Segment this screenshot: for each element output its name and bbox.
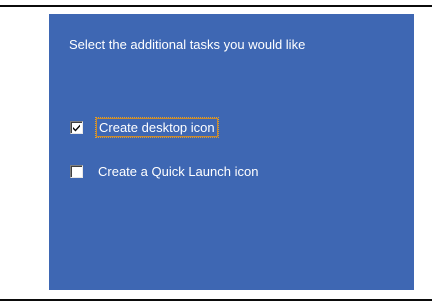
task-create-desktop-icon[interactable]: Create desktop icon	[70, 116, 219, 138]
additional-tasks-panel: Select the additional tasks you would li…	[49, 14, 414, 290]
task-create-quick-launch-icon[interactable]: Create a Quick Launch icon	[70, 161, 260, 181]
bottom-divider	[0, 299, 432, 301]
instruction-text: Select the additional tasks you would li…	[69, 37, 306, 52]
top-divider	[0, 5, 432, 7]
desktop-icon-label[interactable]: Create desktop icon	[95, 116, 219, 138]
quick-launch-label[interactable]: Create a Quick Launch icon	[96, 163, 260, 180]
desktop-icon-checkbox[interactable]	[70, 120, 83, 134]
wizard-window: Select the additional tasks you would li…	[0, 0, 432, 305]
quick-launch-checkbox[interactable]	[70, 164, 83, 178]
checkmark-icon	[73, 124, 80, 131]
